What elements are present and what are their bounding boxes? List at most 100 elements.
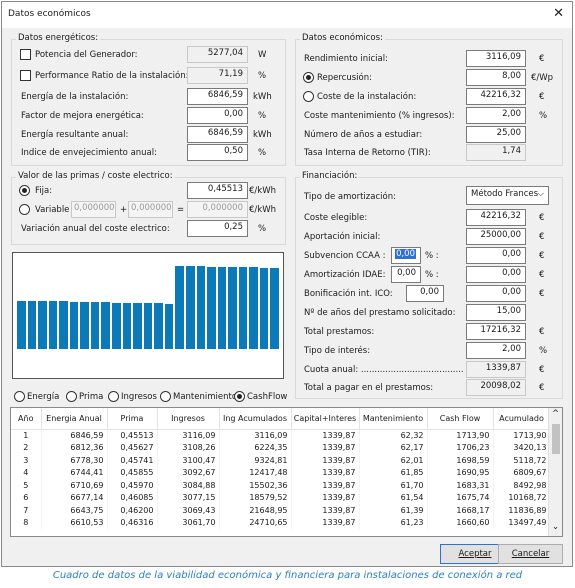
mant-field[interactable]: 2,00 — [466, 107, 526, 124]
series-cashflow-radio[interactable] — [234, 391, 245, 402]
coste-field[interactable]: 42216,32 — [466, 88, 526, 105]
idae-pct-field[interactable]: 0,00 — [391, 266, 421, 283]
variable-radio[interactable] — [19, 204, 30, 215]
chart-bar — [112, 302, 121, 349]
table-cell: 61,23 — [359, 516, 428, 529]
table-cell: 0,45741 — [107, 454, 158, 467]
interes-field[interactable]: 2,00 — [466, 342, 526, 359]
interes-label: Tipo de interés: — [304, 346, 371, 356]
table-cell: 1339,87 — [291, 491, 360, 504]
variacion-field[interactable]: 0,25 — [187, 220, 248, 237]
resultante-field[interactable]: 6846,59 — [187, 126, 248, 143]
variable-field-1[interactable]: 0,000000 — [71, 201, 116, 218]
ico-pct-field[interactable]: 0,00 — [406, 285, 444, 302]
anios-estudio-field[interactable]: 25,00 — [466, 126, 526, 143]
cancel-button[interactable]: Cancelar — [498, 544, 563, 564]
table-cell: 8492,98 — [493, 479, 551, 492]
fija-radio[interactable] — [19, 185, 30, 196]
results-table[interactable]: Año Energia Anual Prima Ingresos Ing Acumula… — [10, 407, 563, 537]
ico-field[interactable]: 0,00 — [466, 285, 526, 302]
column-header[interactable]: Ing Acumulados — [219, 408, 292, 430]
pr-label: Performance Ratio de la instalación: — [35, 71, 189, 81]
column-header[interactable]: Mantenimiento — [359, 408, 428, 430]
figure-caption: Cuadro de datos de la viabilidad económi… — [52, 570, 523, 581]
table-cell: 3069,43 — [157, 504, 220, 517]
table-row[interactable]: 1 6846,59 0,45513 3116,09 3116,09 1339,87 62,3… — [11, 429, 551, 442]
table-cell: 1660,60 — [427, 516, 494, 529]
energia-label: Energía de la instalación: — [21, 92, 129, 102]
table-row[interactable]: 2 6812,36 0,45627 3108,26 6224,35 1339,87 62,1… — [11, 441, 551, 454]
scroll-down-icon[interactable]: ⌄ — [552, 522, 559, 532]
chart-bar — [217, 266, 227, 349]
series-prima-radio[interactable] — [66, 391, 77, 402]
repercusion-radio[interactable] — [303, 72, 314, 83]
close-icon[interactable]: ✕ — [553, 6, 564, 21]
table-scrollbar[interactable]: ^ ⌄ — [548, 408, 562, 536]
repercusion-field[interactable]: 8,00 — [466, 69, 526, 86]
rend-unit: € — [539, 54, 545, 64]
potencia-checkbox[interactable] — [20, 49, 31, 60]
table-row[interactable]: 4 6744,41 0,45855 3092,67 12417,48 1339,87 61,… — [11, 466, 551, 479]
table-row[interactable]: 7 6643,75 0,46200 3069,43 21648,95 1339,87 61,… — [11, 504, 551, 517]
ccaa-pct-field[interactable]: 0,00 — [391, 247, 421, 264]
fija-field[interactable]: 0,45513 — [187, 182, 248, 199]
energia-unit: kWh — [253, 92, 272, 102]
energia-field[interactable]: 6846,59 — [187, 88, 248, 105]
coste-radio[interactable] — [303, 91, 314, 102]
elegible-field[interactable]: 42216,32 — [466, 209, 526, 226]
table-cell: 1675,74 — [427, 491, 494, 504]
idae-unit: € — [539, 270, 545, 280]
chart-bar — [133, 302, 142, 349]
series-energia-radio[interactable] — [14, 391, 25, 402]
chart-bar — [80, 301, 89, 349]
column-header[interactable]: Ingresos — [157, 408, 220, 430]
table-row[interactable]: 3 6778,30 0,45741 3100,47 9324,81 1339,87 62,0… — [11, 454, 551, 467]
tipo-amortizacion-select[interactable]: Método Frances ⌵ — [466, 186, 549, 205]
column-header[interactable]: Año — [11, 408, 42, 430]
chart-bar — [48, 301, 58, 349]
variacion-unit: % — [258, 224, 267, 234]
total-pagar-value: 20098,02 — [466, 379, 526, 396]
table-cell: 0,46316 — [107, 516, 158, 529]
resultante-unit: kWh — [253, 130, 272, 140]
table-cell: 6224,35 — [219, 441, 292, 454]
table-cell: 0,45970 — [107, 479, 158, 492]
total-prestamos-field[interactable]: 17216,32 — [466, 323, 526, 340]
pr-checkbox[interactable] — [20, 70, 31, 81]
column-header[interactable]: Prima — [107, 408, 158, 430]
ccaa-label: Subvencion CCAA : — [304, 251, 386, 261]
chart-bar — [27, 300, 37, 349]
idae-field[interactable]: 0,00 — [466, 266, 526, 283]
table-cell: 62,17 — [359, 441, 428, 454]
ccaa-field[interactable]: 0,00 — [466, 247, 526, 264]
table-row[interactable]: 8 6610,53 0,46316 3061,70 24710,65 1339,87 61,… — [11, 516, 551, 529]
table-row[interactable]: 5 6710,69 0,45970 3084,88 15502,36 1339,87 61,… — [11, 479, 551, 492]
factor-field[interactable]: 0,00 — [187, 107, 248, 124]
table-cell: 1706,23 — [427, 441, 494, 454]
variable-label: Variable — [35, 205, 70, 215]
table-cell: 0,45855 — [107, 466, 158, 479]
series-mantenimiento-radio[interactable] — [160, 391, 171, 402]
series-ingresos-radio[interactable] — [108, 391, 119, 402]
table-header-row: Año Energia Anual Prima Ingresos Ing Acumula… — [11, 408, 551, 430]
table-cell: 3061,70 — [157, 516, 220, 529]
column-header[interactable]: Capital+Interes — [291, 408, 360, 430]
scroll-up-icon[interactable]: ^ — [552, 409, 559, 419]
column-header[interactable]: Energia Anual — [41, 408, 108, 430]
chart-bar — [59, 301, 68, 349]
scroll-thumb[interactable] — [552, 424, 560, 454]
prestamo-anios-field[interactable]: 15,00 — [466, 304, 526, 321]
table-cell: 6809,67 — [493, 466, 551, 479]
table-cell: 3108,26 — [157, 441, 220, 454]
variable-field-2[interactable]: 0,000000 — [128, 201, 173, 218]
table-cell: 6677,14 — [41, 491, 108, 504]
total-pagar-unit: € — [539, 383, 545, 393]
rend-field[interactable]: 3116,09 — [466, 50, 526, 67]
table-cell: 6 — [11, 491, 42, 504]
table-cell: 8 — [11, 516, 42, 529]
table-row[interactable]: 6 6677,14 0,46085 3077,15 18579,52 1339,87 61,… — [11, 491, 551, 504]
envej-field[interactable]: 0,50 — [187, 144, 248, 161]
column-header[interactable]: Acumulado — [493, 408, 551, 430]
column-header[interactable]: Cash Flow — [427, 408, 494, 430]
aportacion-field[interactable]: 25000,00 — [466, 228, 526, 245]
